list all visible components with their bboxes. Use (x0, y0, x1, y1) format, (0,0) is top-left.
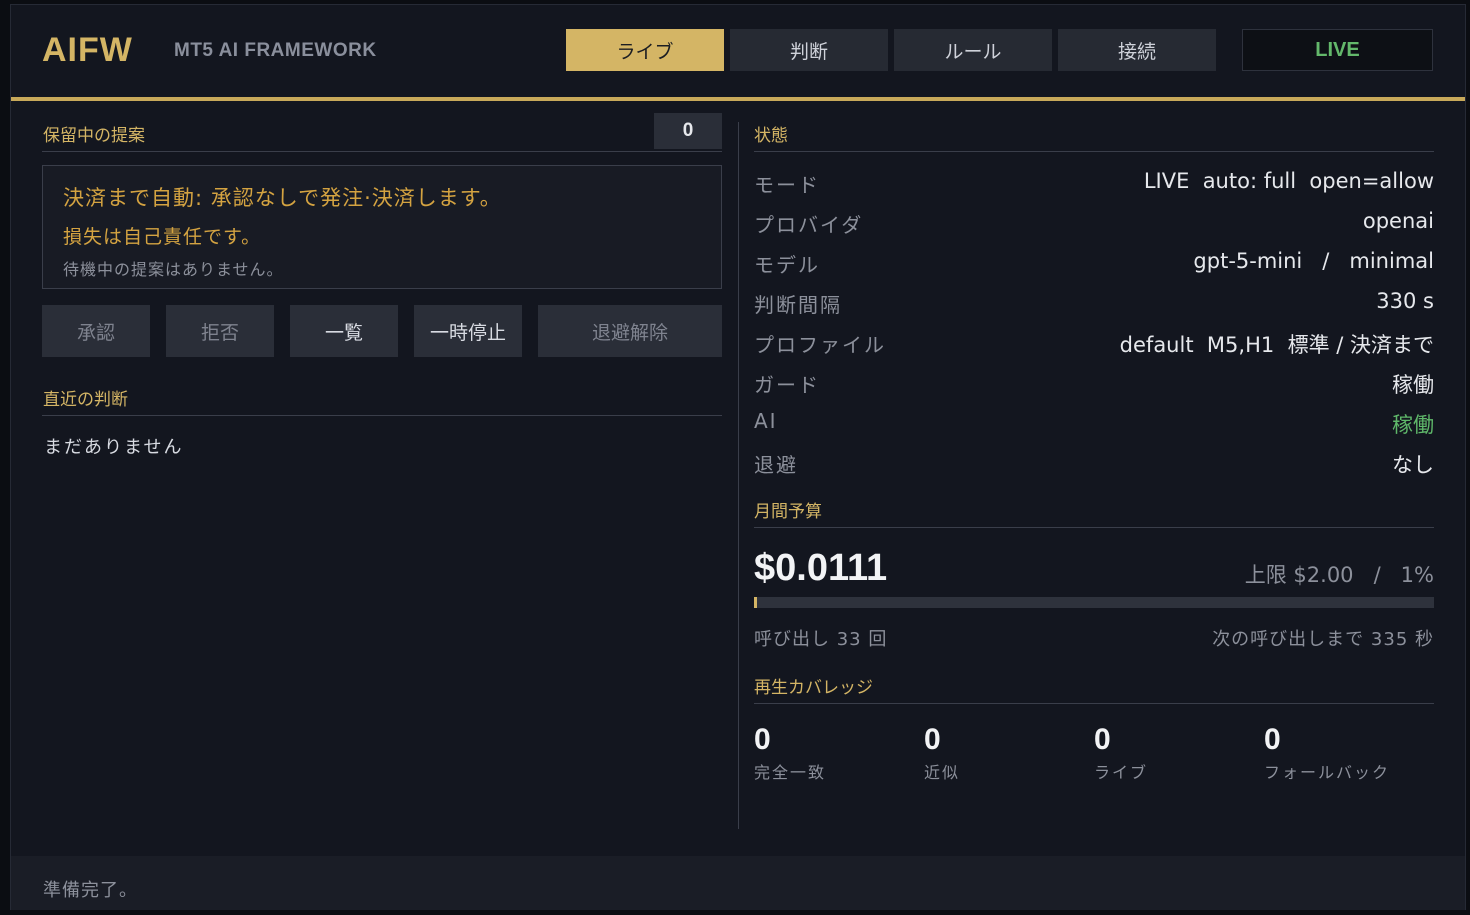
app-window: AIFW MT5 AI FRAMEWORK ライブ 判断 ルール 接続 LIVE… (10, 4, 1466, 910)
status-label-ai: AI (754, 409, 778, 433)
tab-rules[interactable]: ルール (894, 29, 1052, 71)
coverage-live-value: 0 (1094, 723, 1111, 756)
auto-settle-warning: 決済まで自動: 承認なしで発注·決済します。 (63, 186, 502, 210)
status-value-provider: openai (1362, 209, 1434, 233)
budget-progress-fill (754, 597, 758, 608)
tab-connection[interactable]: 接続 (1058, 29, 1216, 71)
status-value-model: gpt-5-mini / minimal (1193, 249, 1434, 273)
approve-button[interactable]: 承認 (42, 305, 150, 357)
tab-live[interactable]: ライブ (566, 29, 724, 71)
status-value-profile: default M5,H1 標準 / 決済まで (1119, 333, 1434, 357)
status-value-guard: 稼働 (1392, 373, 1434, 397)
pending-title: 保留中の提案 (43, 126, 145, 146)
tab-decision[interactable]: 判断 (730, 29, 888, 71)
status-label-evacuation: 退避 (754, 453, 798, 477)
status-value-mode: LIVE auto: full open=allow (1143, 169, 1434, 193)
column-divider (738, 122, 739, 829)
status-bar-text: 準備完了。 (43, 880, 138, 901)
budget-spent-amount: $0.0111 (754, 547, 888, 589)
status-value-evacuation: なし (1392, 453, 1434, 477)
recent-empty-text: まだありません (44, 437, 184, 458)
coverage-title: 再生カバレッジ (754, 678, 873, 698)
app-logo: AIFW (42, 31, 133, 69)
pending-divider (42, 151, 722, 152)
status-title: 状態 (754, 126, 788, 146)
budget-title: 月間予算 (754, 502, 822, 522)
status-divider (754, 151, 1434, 152)
status-label-interval: 判断間隔 (754, 293, 842, 317)
coverage-live-label: ライブ (1094, 763, 1149, 782)
pending-notice: 決済まで自動: 承認なしで発注·決済します。 損失は自己責任です。 待機中の提案… (42, 165, 722, 289)
coverage-fallback-value: 0 (1264, 723, 1281, 756)
status-label-provider: プロバイダ (754, 213, 864, 237)
recent-title: 直近の判断 (43, 390, 128, 410)
unevacuate-button[interactable]: 退避解除 (538, 305, 722, 357)
reject-button[interactable]: 拒否 (166, 305, 274, 357)
coverage-approx-label: 近似 (924, 763, 961, 782)
risk-warning: 損失は自己責任です。 (63, 226, 262, 248)
coverage-fallback-label: フォールバック (1264, 763, 1391, 782)
no-pending-text: 待機中の提案はありません。 (63, 260, 284, 279)
coverage-exact-value: 0 (754, 723, 771, 756)
budget-limit: 上限 $2.00 / 1% (1244, 563, 1434, 587)
status-label-profile: プロファイル (754, 333, 886, 357)
recent-divider (42, 415, 722, 416)
status-label-model: モデル (754, 253, 820, 277)
budget-progress-bar (754, 597, 1434, 608)
live-status-badge: LIVE (1242, 29, 1433, 71)
next-call-countdown: 次の呼び出しまで 335 秒 (1212, 629, 1434, 650)
pending-count-badge: 0 (654, 113, 722, 149)
status-label-mode: モード (754, 173, 820, 197)
coverage-approx-value: 0 (924, 723, 941, 756)
pause-button[interactable]: 一時停止 (414, 305, 522, 357)
status-value-ai: 稼働 (1392, 413, 1434, 437)
coverage-divider (754, 703, 1434, 704)
call-count: 呼び出し 33 回 (754, 629, 888, 650)
app-subtitle: MT5 AI FRAMEWORK (174, 40, 377, 61)
budget-divider (754, 527, 1434, 528)
header: AIFW MT5 AI FRAMEWORK ライブ 判断 ルール 接続 LIVE (11, 5, 1465, 101)
coverage-exact-label: 完全一致 (754, 763, 827, 782)
status-label-guard: ガード (754, 373, 820, 397)
list-button[interactable]: 一覧 (290, 305, 398, 357)
status-bar: 準備完了。 (11, 856, 1465, 910)
status-value-interval: 330 s (1376, 289, 1434, 313)
